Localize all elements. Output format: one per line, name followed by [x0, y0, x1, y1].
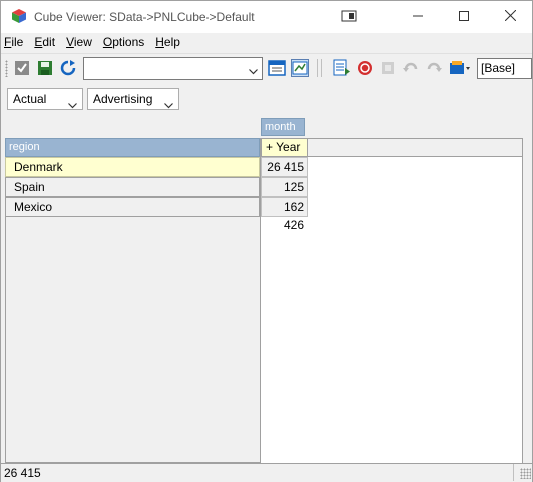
menu-help-label: elp: [163, 35, 180, 49]
save-icon[interactable]: [36, 59, 54, 77]
resize-grip-icon[interactable]: [520, 468, 531, 479]
status-separator: [513, 464, 514, 481]
view-select[interactable]: [83, 57, 263, 80]
menu-options[interactable]: Options: [99, 33, 151, 52]
row-dimension-header[interactable]: region: [5, 138, 260, 157]
row-header-mexico[interactable]: Mexico: [5, 197, 260, 217]
status-bar: 26 415: [1, 463, 532, 482]
chevron-down-icon: [68, 95, 77, 115]
row-header-denmark[interactable]: Denmark: [5, 157, 260, 177]
data-cell-mexico-year[interactable]: 162 426: [261, 197, 308, 232]
redo-icon[interactable]: [425, 59, 443, 77]
menu-view-label: iew: [73, 35, 92, 49]
cube-viewer-window: Cube Viewer: SData->PNLCube->Default Fil…: [0, 0, 533, 482]
toolbar-separator: [321, 59, 322, 77]
column-dimension-tag[interactable]: month: [261, 118, 305, 136]
toolbar-grip[interactable]: [5, 60, 8, 77]
toolbar-separator: [317, 59, 318, 77]
menu-edit-label: dit: [42, 35, 56, 49]
data-cell-denmark-year[interactable]: 26 415: [261, 157, 308, 177]
scenario-filter-value: Actual: [13, 92, 47, 106]
stop-icon[interactable]: [356, 59, 374, 77]
account-filter-select[interactable]: Advertising: [87, 88, 179, 110]
toolbar: [Base]: [1, 53, 532, 81]
window-title: Cube Viewer: SData->PNLCube->Default: [34, 10, 255, 24]
checkmark-icon[interactable]: [13, 59, 31, 77]
menu-options-hotkey: O: [102, 35, 113, 49]
view-icon[interactable]: [268, 59, 286, 77]
pin-window-button[interactable]: [326, 1, 372, 33]
element-base-field[interactable]: [Base]: [477, 58, 532, 79]
menu-help-hotkey: H: [155, 35, 164, 49]
cube-app-icon: [11, 8, 27, 24]
row-header-spain[interactable]: Spain: [5, 177, 260, 197]
account-filter-value: Advertising: [93, 92, 153, 106]
menu-view[interactable]: View: [62, 33, 99, 52]
menu-file-label: ile: [11, 35, 24, 49]
recalculate-icon[interactable]: [59, 59, 77, 77]
menu-file[interactable]: File: [1, 33, 30, 52]
close-button[interactable]: [487, 1, 533, 33]
title-bar: Cube Viewer: SData->PNLCube->Default: [1, 1, 532, 33]
menu-view-hotkey: V: [66, 35, 74, 49]
maximize-icon: [459, 10, 469, 24]
column-header-year[interactable]: + Year: [261, 138, 308, 157]
export-icon[interactable]: [333, 59, 351, 77]
menu-help[interactable]: Help: [151, 33, 187, 52]
menu-options-label: ptions: [112, 35, 145, 49]
subset-icon[interactable]: [448, 59, 472, 77]
chevron-down-icon: [164, 95, 173, 115]
view-select-value: [84, 61, 87, 75]
menu-bar: File Edit View Options Help: [1, 33, 532, 52]
suppress-zeros-icon[interactable]: [379, 59, 397, 77]
window-layout-icon: [341, 10, 357, 25]
data-cell-spain-year[interactable]: 125 671: [261, 177, 308, 212]
minimize-icon: [413, 10, 423, 24]
active-view-icon[interactable]: [291, 59, 309, 77]
menu-edit[interactable]: Edit: [30, 33, 62, 52]
scenario-filter-select[interactable]: Actual: [7, 88, 83, 110]
chevron-down-icon: [249, 64, 258, 78]
undo-icon[interactable]: [402, 59, 420, 77]
status-text: 26 415: [4, 466, 41, 480]
close-icon: [504, 9, 516, 24]
minimize-button[interactable]: [395, 1, 441, 33]
maximize-button[interactable]: [441, 1, 487, 33]
